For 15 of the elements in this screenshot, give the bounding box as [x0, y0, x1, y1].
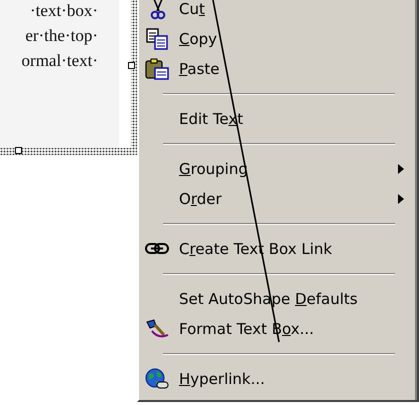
document-text: ·text·box· [29, 0, 98, 22]
submenu-arrow-icon [397, 193, 405, 205]
copy-icon [144, 27, 170, 51]
resize-handle[interactable] [128, 62, 135, 69]
clipboard-icon [144, 57, 170, 81]
menu-item[interactable]: Paste [139, 54, 417, 84]
resize-handle[interactable] [15, 147, 22, 154]
menu-item[interactable]: Hyperlink... [139, 364, 417, 394]
globe-icon [144, 367, 170, 391]
menu-item[interactable]: Copy [139, 24, 417, 54]
submenu-arrow-icon [397, 163, 405, 175]
document-text: ormal·text· [20, 50, 98, 72]
menu-item[interactable]: Cut [139, 0, 417, 24]
document-text: er·the·top· [24, 25, 98, 47]
menu-item[interactable]: Order [139, 184, 417, 214]
